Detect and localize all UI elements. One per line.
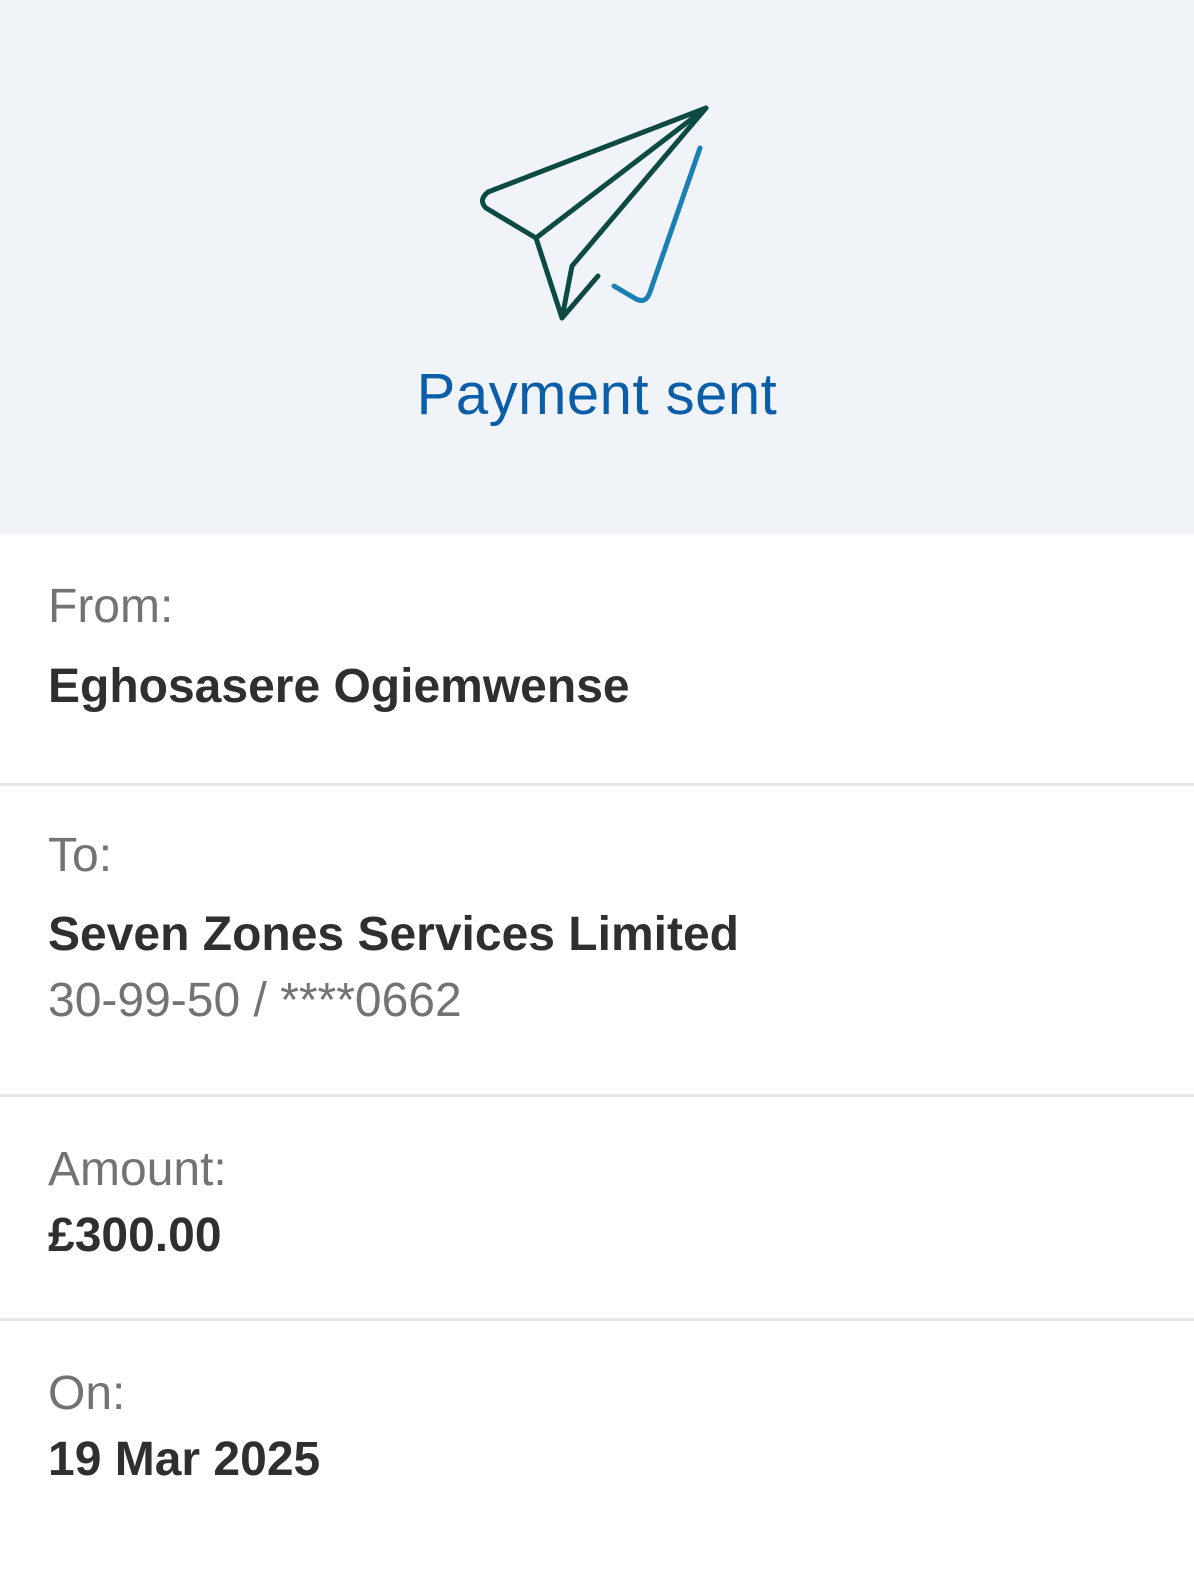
detail-row-from: From: Eghosasere Ogiemwense [0,534,1194,786]
page-title: Payment sent [416,362,778,427]
on-label: On: [48,1367,126,1420]
confirmation-header: Payment sent [0,0,1194,534]
to-account-number: 30-99-50 / ****0662 [48,974,462,1027]
payment-confirmation-screen: Payment sent From: Eghosasere Ogiemwense… [0,0,1194,1591]
to-value: Seven Zones Services Limited [48,908,739,961]
to-label: To: [48,829,113,882]
detail-row-amount: Amount: £300.00 [0,1097,1194,1321]
paper-plane-check-icon [480,105,709,321]
on-value: 19 Mar 2025 [48,1433,321,1486]
from-value: Eghosasere Ogiemwense [48,660,630,713]
detail-row-to: To: Seven Zones Services Limited 30-99-5… [0,786,1194,1097]
from-label: From: [48,580,174,633]
amount-label: Amount: [48,1143,227,1196]
detail-row-on: On: 19 Mar 2025 [0,1321,1194,1591]
amount-value: £300.00 [48,1209,222,1262]
